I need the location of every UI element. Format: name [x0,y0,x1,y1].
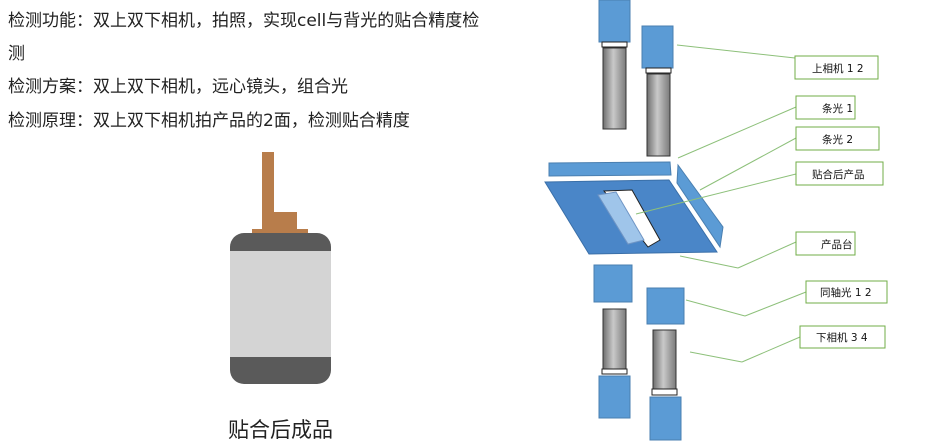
leader-lower-cam [689,351,743,363]
svg-text:条光 2: 条光 2 [822,133,853,146]
leader-bar-light-1 [677,106,797,159]
label-upper-cam: 上相机 1 2 [794,55,879,80]
bar-light-1 [548,161,672,177]
upper-camera-2 [641,25,674,157]
svg-text:产品台: 产品台 [821,238,853,251]
svg-text:同轴光 1 2: 同轴光 1 2 [820,286,872,299]
upper-camera-1 [598,0,631,130]
leader-upper-cam [676,44,796,59]
lower-camera-4 [649,329,682,441]
coaxial-light-1 [593,264,633,303]
leader-bar-light-2 [699,137,797,191]
svg-text:上相机 1 2: 上相机 1 2 [812,62,864,75]
product-caption: 贴合后成品 [228,418,333,442]
label-lower-cam: 下相机 3 4 [799,325,886,349]
product-tab-vertical [262,152,274,214]
leader-product-stage [679,255,739,269]
inspection-diagram: 上相机 1 2 条光 1 条光 2 贴合后产品 产品台 同轴光 1 2 下相机 … [230,0,888,441]
leader-coaxial [685,299,746,317]
product-tab-horizontal [262,212,297,231]
svg-text:条光 1: 条光 1 [822,102,853,115]
product-panel [230,251,331,357]
lower-camera-3 [598,308,631,419]
label-bar-light-2: 条光 2 [795,126,880,151]
label-bar-light-1: 条光 1 [795,95,856,120]
finished-product [230,152,331,384]
coaxial-light-2 [646,287,685,325]
svg-text:贴合后产品: 贴合后产品 [812,168,865,181]
svg-text:下相机 3 4: 下相机 3 4 [816,331,868,344]
label-product-stage: 产品台 [795,231,856,256]
label-coaxial-light: 同轴光 1 2 [805,280,888,304]
label-bonded-product: 贴合后产品 [795,161,884,186]
